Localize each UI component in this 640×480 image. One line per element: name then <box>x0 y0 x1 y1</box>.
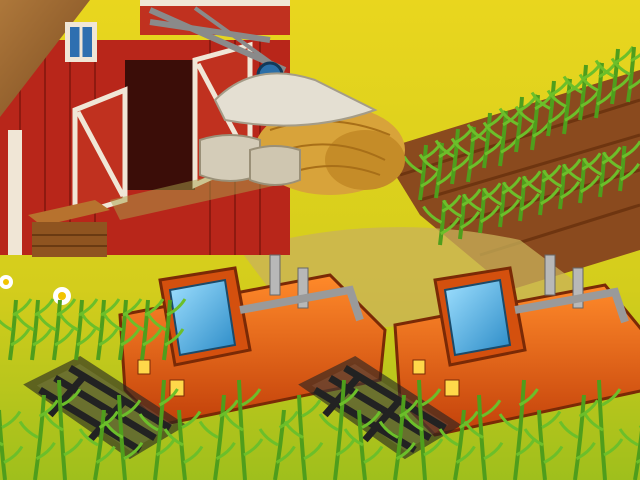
headlight <box>412 359 426 375</box>
headlight <box>444 379 460 397</box>
barn-doorway[interactable] <box>125 60 195 190</box>
exhaust-pipe <box>269 254 281 296</box>
cab-window <box>168 278 237 357</box>
scene-canvas <box>0 0 640 480</box>
farm-scene <box>0 0 640 480</box>
barn-trim <box>8 130 22 255</box>
exhaust-pipe <box>544 254 556 296</box>
headlight <box>169 379 185 397</box>
cab-window <box>443 278 512 357</box>
daisy-flower <box>53 287 71 305</box>
barn-window <box>65 22 97 62</box>
headlight <box>137 359 151 375</box>
